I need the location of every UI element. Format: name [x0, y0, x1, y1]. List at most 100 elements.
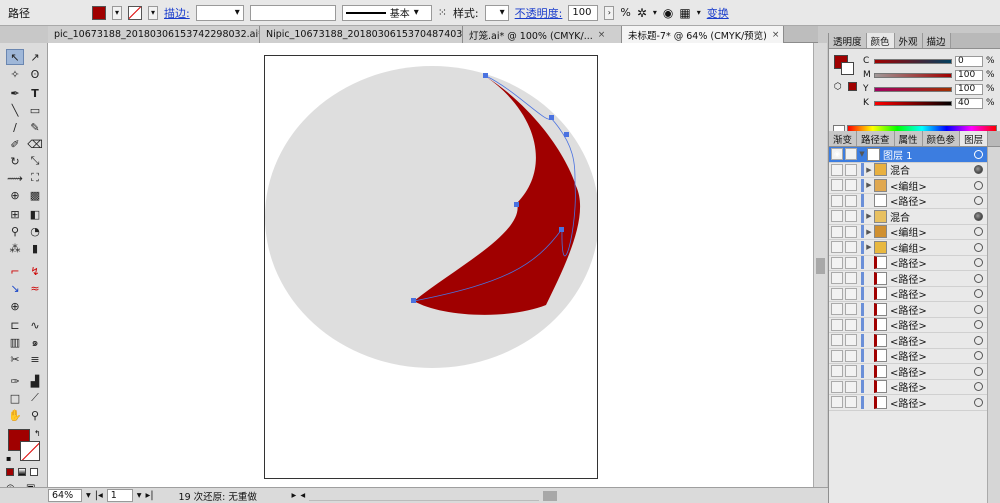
visibility-toggle[interactable]: [831, 365, 843, 378]
expand-item-icon[interactable]: ▶: [864, 166, 874, 174]
lock-toggle[interactable]: [845, 396, 857, 409]
magic-wand-tool-icon[interactable]: ✧: [6, 66, 24, 82]
artboard[interactable]: [264, 55, 598, 479]
slice-select-tool-icon[interactable]: ≈: [26, 280, 44, 296]
item-target-icon[interactable]: [974, 289, 983, 299]
fill-swatch[interactable]: [92, 5, 106, 20]
live-paint-selection-tool-icon[interactable]: ↯: [26, 263, 44, 279]
isolate-icon[interactable]: ◉: [663, 6, 673, 20]
layer-item-row[interactable]: <路径>: [829, 333, 1000, 349]
lock-toggle[interactable]: [845, 256, 857, 269]
layers-panel-tab[interactable]: 渐变: [829, 131, 858, 146]
item-target-icon[interactable]: [974, 382, 983, 392]
color-panel-tab[interactable]: 外观: [894, 33, 923, 48]
expand-item-icon[interactable]: ▶: [864, 212, 874, 220]
variable-width-field[interactable]: [249, 4, 336, 21]
shape-builder-tool-icon[interactable]: ⊕: [6, 187, 24, 203]
line-tool-icon[interactable]: ╲: [6, 102, 24, 118]
layer-item-row[interactable]: ▶ <编组>: [829, 178, 1000, 194]
layer-item-row[interactable]: <路径>: [829, 349, 1000, 364]
visibility-toggle[interactable]: [831, 303, 843, 316]
layer-item-row[interactable]: <路径>: [829, 380, 1000, 395]
lock-toggle[interactable]: [845, 303, 857, 316]
item-target-icon[interactable]: [974, 351, 983, 361]
expand-layer-icon[interactable]: ▼: [857, 150, 867, 158]
anchor-point[interactable]: [564, 132, 569, 137]
scale-tool-icon[interactable]: ⤡: [26, 153, 44, 169]
direct-selection-tool-icon[interactable]: ↗: [26, 49, 44, 65]
swap-colors-icon[interactable]: ↰: [34, 429, 41, 438]
anchor-point[interactable]: [559, 227, 564, 232]
slice-knife-tool-icon[interactable]: ⟋: [26, 390, 44, 406]
artboard-number-field[interactable]: 1: [106, 489, 133, 502]
type-tool-icon[interactable]: T: [26, 85, 44, 101]
channel-slider[interactable]: [874, 72, 952, 78]
item-target-icon[interactable]: [974, 180, 983, 190]
layer-item-row[interactable]: <路径>: [829, 364, 1000, 380]
stroke-swatch[interactable]: [128, 5, 142, 20]
item-target-icon[interactable]: [974, 273, 983, 283]
knife-tool-icon[interactable]: ≡: [26, 351, 44, 367]
anchor-point[interactable]: [411, 298, 416, 303]
opacity-dropdown[interactable]: ›: [604, 5, 615, 20]
item-target-icon[interactable]: [974, 227, 983, 237]
align-dropdown[interactable]: ▾: [697, 8, 701, 17]
item-target-icon[interactable]: [974, 366, 983, 376]
stroke-label[interactable]: 描边:: [164, 5, 190, 21]
graph-tool-icon[interactable]: ▥: [6, 334, 24, 350]
rotate-tool-icon[interactable]: ↻: [6, 153, 24, 169]
expand-item-icon[interactable]: ▶: [864, 228, 874, 236]
layer-item-row[interactable]: ▶ 混合: [829, 209, 1000, 225]
eyedropper-tool-icon[interactable]: ⚲: [6, 223, 24, 239]
vertical-scroll-thumb[interactable]: [816, 258, 825, 274]
item-target-icon[interactable]: [974, 304, 983, 314]
layer-item-row[interactable]: <路径>: [829, 287, 1000, 302]
lock-toggle[interactable]: [845, 148, 857, 161]
layers-panel-tab[interactable]: 属性: [894, 131, 923, 146]
mesh-tool-icon[interactable]: ⊞: [6, 206, 24, 222]
layers-panel-tab[interactable]: 图层: [960, 131, 989, 146]
visibility-toggle[interactable]: [831, 318, 843, 331]
document-tab[interactable]: 未标题-7* @ 64% (CMYK/预览) ×: [622, 26, 784, 43]
item-target-icon[interactable]: [974, 258, 983, 268]
lock-toggle[interactable]: [845, 272, 857, 285]
default-colors-icon[interactable]: ▪: [6, 454, 11, 463]
channel-slider[interactable]: [874, 58, 952, 64]
fill-dropdown[interactable]: ▾: [112, 5, 122, 20]
column-graph-tool-icon[interactable]: ▮: [26, 240, 44, 256]
style-dropdown[interactable]: ▾: [484, 4, 509, 21]
lock-toggle[interactable]: [845, 349, 857, 362]
document-tab[interactable]: Nipic_10673188_20180306153704874038.ai×: [260, 26, 463, 43]
symbol-sprayer-tool-icon[interactable]: ⁂: [6, 240, 24, 256]
zoom-field[interactable]: 64%: [48, 489, 82, 502]
artboard-dropdown[interactable]: ▾: [137, 490, 142, 501]
rectangle-tool-icon[interactable]: ▭: [26, 102, 44, 118]
visibility-toggle[interactable]: [831, 396, 843, 409]
layer-item-row[interactable]: ▶ <编组>: [829, 240, 1000, 256]
eyedropper-measure-icon[interactable]: ✑: [6, 373, 24, 389]
layers-panel-tab[interactable]: 颜色参: [922, 131, 961, 146]
item-target-icon[interactable]: [974, 196, 983, 206]
item-target-icon[interactable]: [974, 335, 983, 345]
slice-tool-icon[interactable]: ↘: [6, 280, 24, 296]
crop-area-tool-icon[interactable]: ⊏: [6, 317, 24, 333]
visibility-toggle[interactable]: [831, 163, 843, 176]
pencil-tool-icon[interactable]: ✎: [26, 119, 44, 135]
status-menu-arrow-icon[interactable]: ▸: [292, 490, 297, 501]
color-mode-icon[interactable]: [6, 468, 14, 476]
zoom-dropdown[interactable]: ▾: [86, 490, 91, 501]
graphic-style-icon[interactable]: ⁙: [438, 6, 447, 19]
selection-tool-icon[interactable]: ↖: [6, 49, 24, 65]
paintbrush-tool-icon[interactable]: ∕: [6, 119, 24, 135]
anchor-point[interactable]: [514, 202, 519, 207]
hand-tool-icon[interactable]: ✋: [6, 407, 24, 423]
visibility-toggle[interactable]: [831, 272, 843, 285]
color-panel-tab[interactable]: 透明度: [829, 33, 867, 48]
lock-toggle[interactable]: [845, 365, 857, 378]
scroll-left-icon[interactable]: ◂: [300, 490, 305, 501]
expand-item-icon[interactable]: ▶: [864, 181, 874, 189]
stroke-weight-field[interactable]: ▾: [195, 4, 244, 21]
gradient-mode-icon[interactable]: [18, 468, 26, 476]
lock-toggle[interactable]: [845, 334, 857, 347]
item-target-icon[interactable]: [974, 397, 983, 407]
